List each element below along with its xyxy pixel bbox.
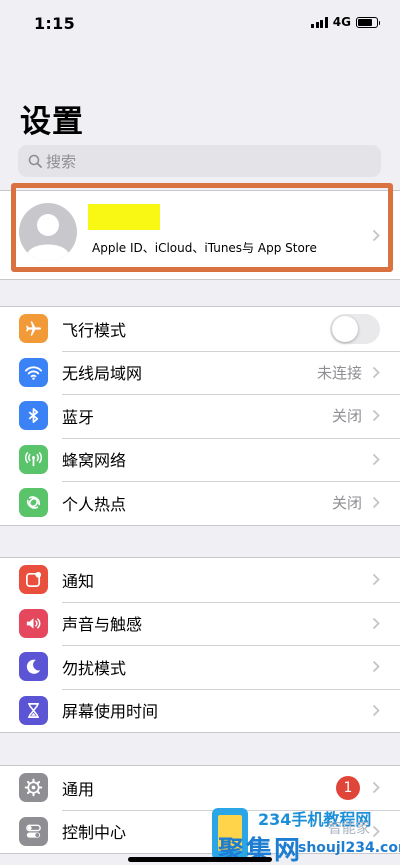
setting-row-general[interactable]: 通用 1 bbox=[0, 766, 400, 810]
airplane-icon bbox=[19, 314, 48, 344]
airplane-toggle[interactable] bbox=[330, 313, 380, 344]
watermark: 234手机教程网 智能家 聚集网 shoujl234.com bbox=[198, 804, 400, 865]
control-center-icon bbox=[19, 816, 48, 846]
setting-row-bluetooth[interactable]: 蓝牙 关闭 bbox=[0, 394, 400, 438]
notifications-group: 通知 声音与触感 勿扰模式 屏幕使用时间 bbox=[0, 557, 400, 733]
search-placeholder: 搜索 bbox=[46, 152, 77, 171]
connectivity-group: 飞行模式 无线局域网 未连接 蓝牙 关闭 蜂窝网络 个人热点 关闭 bbox=[0, 306, 400, 526]
setting-label: 屏幕使用时间 bbox=[62, 702, 159, 722]
status-time: 1:15 bbox=[34, 14, 75, 33]
setting-label: 蓝牙 bbox=[62, 407, 95, 427]
apple-id-subtitle: Apple ID、iCloud、iTunes与 App Store bbox=[92, 241, 317, 255]
status-indicators: 4G bbox=[311, 15, 380, 29]
setting-label: 无线局域网 bbox=[62, 364, 143, 384]
notifications-icon bbox=[19, 565, 48, 595]
chevron-right-icon bbox=[372, 781, 380, 794]
wifi-icon bbox=[19, 357, 48, 387]
avatar bbox=[19, 203, 77, 261]
update-badge: 1 bbox=[336, 775, 360, 800]
hourglass-icon bbox=[19, 695, 48, 725]
setting-label: 蜂窝网络 bbox=[62, 451, 127, 471]
chevron-right-icon bbox=[372, 660, 380, 673]
chevron-right-icon bbox=[372, 496, 380, 509]
setting-row-do-not-disturb[interactable]: 勿扰模式 bbox=[0, 645, 400, 689]
watermark-side-text: 智能家 bbox=[328, 821, 370, 837]
network-type: 4G bbox=[332, 15, 351, 29]
chevron-right-icon bbox=[372, 229, 380, 242]
chevron-right-icon bbox=[372, 453, 380, 465]
setting-label: 个人热点 bbox=[62, 494, 127, 514]
home-indicator[interactable] bbox=[128, 857, 272, 862]
bluetooth-icon bbox=[19, 401, 48, 431]
chevron-right-icon bbox=[372, 366, 380, 378]
setting-row-airplane[interactable]: 飞行模式 bbox=[0, 307, 400, 351]
page-title: 设置 bbox=[20, 104, 84, 140]
setting-label: 勿扰模式 bbox=[62, 658, 127, 678]
setting-row-hotspot[interactable]: 个人热点 关闭 bbox=[0, 481, 400, 525]
signal-strength-icon bbox=[311, 16, 328, 28]
search-input[interactable]: 搜索 bbox=[18, 145, 381, 177]
watermark-url: shoujl234.com bbox=[298, 840, 400, 856]
chevron-right-icon bbox=[372, 704, 380, 716]
setting-label: 通知 bbox=[62, 571, 95, 591]
setting-row-sounds[interactable]: 声音与触感 bbox=[0, 601, 400, 646]
setting-label: 飞行模式 bbox=[62, 320, 127, 340]
setting-row-screen-time[interactable]: 屏幕使用时间 bbox=[0, 688, 400, 733]
moon-icon bbox=[19, 652, 48, 682]
battery-icon bbox=[356, 16, 380, 28]
setting-row-cellular[interactable]: 蜂窝网络 bbox=[0, 437, 400, 482]
cellular-icon bbox=[19, 444, 48, 474]
gear-icon bbox=[19, 773, 48, 803]
setting-value: 未连接 bbox=[316, 363, 362, 382]
search-icon bbox=[28, 154, 42, 168]
chevron-right-icon bbox=[372, 409, 380, 422]
setting-label: 控制中心 bbox=[62, 823, 127, 843]
hotspot-icon bbox=[19, 488, 48, 518]
status-bar: 1:15 4G bbox=[0, 0, 400, 44]
setting-value: 关闭 bbox=[331, 407, 362, 426]
setting-label: 通用 bbox=[62, 779, 95, 799]
chevron-right-icon bbox=[372, 617, 380, 629]
apple-id-row[interactable]: Apple ID、iCloud、iTunes与 App Store bbox=[0, 190, 400, 280]
setting-value: 关闭 bbox=[331, 494, 362, 513]
redacted-name bbox=[88, 204, 160, 230]
chevron-right-icon bbox=[372, 573, 380, 586]
sound-icon bbox=[19, 608, 48, 638]
setting-row-wifi[interactable]: 无线局域网 未连接 bbox=[0, 350, 400, 395]
setting-label: 声音与触感 bbox=[62, 615, 143, 635]
setting-row-notifications[interactable]: 通知 bbox=[0, 558, 400, 602]
